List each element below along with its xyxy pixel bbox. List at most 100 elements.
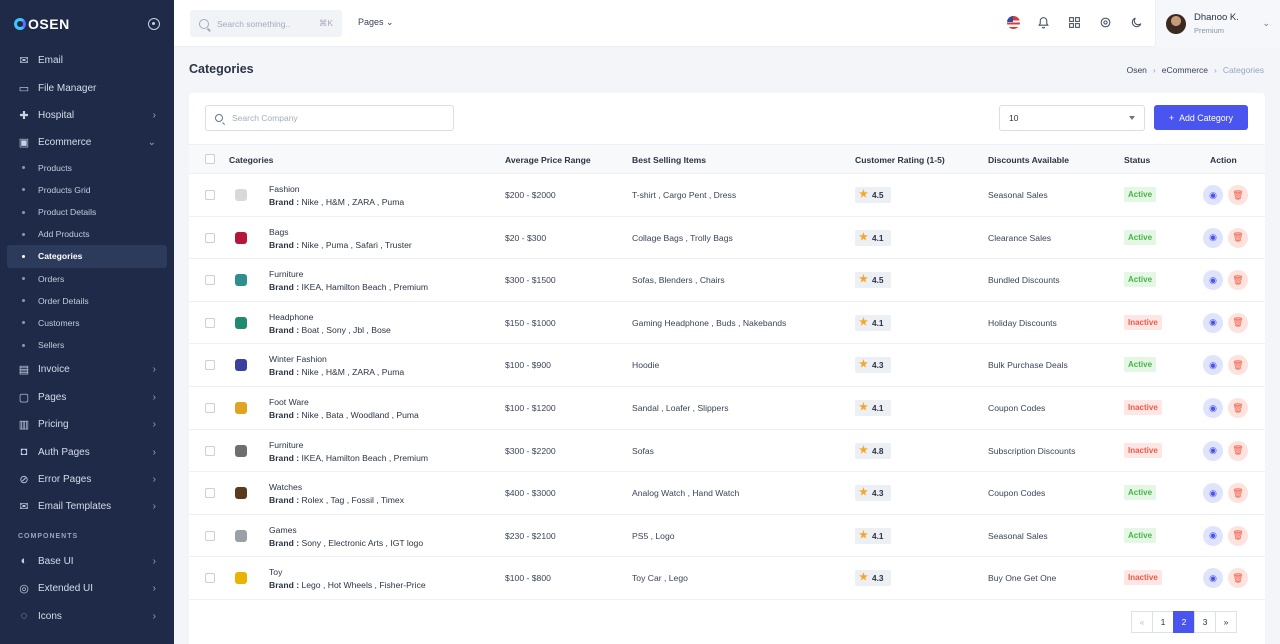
- delete-button[interactable]: 🗑: [1228, 227, 1248, 248]
- delete-button[interactable]: 🗑: [1228, 355, 1248, 376]
- view-button[interactable]: ◉: [1203, 185, 1223, 205]
- sidebar-item-email-templates[interactable]: ✉ Email Templates ›: [0, 493, 174, 520]
- pagination-page-current[interactable]: 2: [1173, 611, 1195, 633]
- category-thumbnail: [232, 229, 250, 247]
- category-thumbnail: [232, 527, 250, 545]
- sidebar-subitem-orders[interactable]: Orders: [0, 268, 174, 290]
- row-checkbox[interactable]: [205, 190, 215, 200]
- sidebar-toggle-icon[interactable]: [148, 17, 160, 30]
- global-search-input[interactable]: Search something.. ⌘K: [190, 10, 342, 37]
- sidebar-subitem-customers[interactable]: Customers: [0, 312, 174, 334]
- delete-button[interactable]: 🗑: [1228, 398, 1248, 418]
- view-button[interactable]: ◉: [1203, 483, 1223, 504]
- header-status[interactable]: Status: [1124, 155, 1150, 165]
- sidebar-subitem-products[interactable]: Products: [0, 157, 174, 179]
- pagination-page[interactable]: 3: [1194, 611, 1216, 633]
- view-button[interactable]: ◉: [1203, 525, 1223, 546]
- view-button[interactable]: ◉: [1203, 312, 1223, 333]
- delete-button[interactable]: 🗑: [1228, 568, 1248, 589]
- delete-button[interactable]: 🗑: [1228, 440, 1248, 461]
- table-row: Furniture Brand : IKEA, Hamilton Beach , …: [189, 430, 1265, 473]
- sidebar-item-pages[interactable]: ▢ Pages ›: [0, 384, 174, 411]
- sidebar-item-extended-ui[interactable]: ◎ Extended UI ›: [0, 575, 174, 602]
- sidebar-subitem-label: Categories: [38, 251, 83, 262]
- sidebar-subitem-product-details[interactable]: Product Details: [0, 201, 174, 223]
- select-all-checkbox[interactable]: [205, 154, 215, 164]
- pagination-next[interactable]: »: [1215, 611, 1237, 633]
- breadcrumb-item[interactable]: eCommerce: [1162, 65, 1208, 75]
- price-range: $100 - $800: [505, 573, 551, 584]
- star-icon: ★: [859, 572, 868, 584]
- trash-icon: 🗑: [1232, 572, 1244, 583]
- pages-dropdown[interactable]: Pages ⌄: [358, 17, 394, 28]
- category-name: Games: [269, 524, 297, 535]
- delete-button[interactable]: 🗑: [1228, 483, 1248, 504]
- brand-list: Nike , Puma , Safari , Truster: [301, 239, 412, 250]
- categories-card: Search Company 10 + Add Category Categor…: [189, 93, 1265, 644]
- sidebar-subitem-products-grid[interactable]: Products Grid: [0, 179, 174, 201]
- gear-icon[interactable]: [1098, 15, 1113, 30]
- header-rating[interactable]: Customer Rating (1-5): [855, 155, 945, 165]
- header-discounts[interactable]: Discounts Available: [988, 155, 1069, 165]
- bullet-icon: [22, 254, 25, 258]
- user-menu[interactable]: Dhanoo K. Premium ⌄: [1155, 0, 1280, 47]
- star-icon: ★: [859, 402, 868, 413]
- sidebar-item-auth-pages[interactable]: ◘ Auth Pages ›: [0, 438, 174, 465]
- row-checkbox[interactable]: [205, 573, 215, 584]
- row-checkbox[interactable]: [205, 232, 215, 243]
- view-button[interactable]: ◉: [1203, 568, 1223, 589]
- row-checkbox[interactable]: [205, 488, 215, 499]
- bullet-icon: [22, 232, 25, 236]
- brand-logo[interactable]: OSEN: [14, 16, 70, 32]
- sidebar-subitem-order-details[interactable]: Order Details: [0, 290, 174, 312]
- row-checkbox[interactable]: [205, 403, 215, 413]
- pagination-page[interactable]: 1: [1152, 611, 1174, 633]
- view-button[interactable]: ◉: [1203, 440, 1223, 461]
- sidebar-subitem-sellers[interactable]: Sellers: [0, 334, 174, 356]
- brand-list: Nike , H&M , ZARA , Puma: [301, 367, 405, 378]
- row-checkbox[interactable]: [205, 317, 215, 328]
- bell-icon[interactable]: [1036, 15, 1051, 30]
- us-flag-icon[interactable]: [1007, 16, 1020, 29]
- delete-button[interactable]: 🗑: [1228, 312, 1248, 333]
- sidebar-subitem-label: Orders: [38, 273, 65, 284]
- header-action: Action: [1210, 155, 1237, 165]
- sidebar-subitem-add-products[interactable]: Add Products: [0, 223, 174, 245]
- header-categories[interactable]: Categories: [229, 155, 273, 165]
- view-button[interactable]: ◉: [1203, 398, 1223, 418]
- sidebar-item-hospital[interactable]: ✚ Hospital ›: [0, 102, 174, 129]
- add-category-button[interactable]: + Add Category: [1154, 105, 1248, 130]
- sidebar-item-email[interactable]: ✉ Email: [0, 47, 174, 74]
- delete-button[interactable]: 🗑: [1228, 525, 1248, 546]
- brand-prefix: Brand :: [269, 324, 300, 335]
- breadcrumb-item[interactable]: Osen: [1127, 65, 1147, 75]
- row-checkbox[interactable]: [205, 275, 215, 286]
- sidebar-subitem-categories[interactable]: Categories: [7, 245, 167, 268]
- header-best-selling[interactable]: Best Selling Items: [632, 155, 706, 165]
- view-button[interactable]: ◉: [1203, 270, 1223, 291]
- apps-grid-icon[interactable]: [1067, 15, 1082, 30]
- row-checkbox[interactable]: [205, 445, 215, 456]
- delete-button[interactable]: 🗑: [1228, 270, 1248, 291]
- pagination-prev[interactable]: «: [1131, 611, 1153, 633]
- sidebar-item-pricing[interactable]: ▥ Pricing ›: [0, 411, 174, 438]
- bullet-icon: [22, 166, 25, 170]
- row-checkbox[interactable]: [205, 360, 215, 371]
- sidebar-item-error-pages[interactable]: ⊘ Error Pages ›: [0, 466, 174, 493]
- sidebar-item-base-ui[interactable]: ◐ Base UI ›: [0, 548, 174, 575]
- sidebar-item-label: Invoice: [38, 364, 70, 376]
- page-size-select[interactable]: 10: [999, 105, 1145, 131]
- header-price-range[interactable]: Average Price Range: [505, 155, 591, 165]
- sidebar-item-ecommerce[interactable]: ▣ Ecommerce ⌄: [0, 129, 174, 156]
- rating-badge: ★ 4.5: [855, 187, 891, 203]
- view-button[interactable]: ◉: [1203, 355, 1223, 376]
- sidebar-item-icons[interactable]: ◌ Icons ›: [0, 602, 174, 629]
- view-button[interactable]: ◉: [1203, 227, 1223, 248]
- row-checkbox[interactable]: [205, 530, 215, 541]
- delete-button[interactable]: 🗑: [1228, 185, 1248, 205]
- company-search-input[interactable]: Search Company: [205, 105, 454, 131]
- moon-icon[interactable]: [1129, 15, 1144, 30]
- sidebar-item-invoice[interactable]: ▤ Invoice ›: [0, 356, 174, 383]
- status-badge: Inactive: [1124, 400, 1162, 415]
- sidebar-item-file-manager[interactable]: ▭ File Manager: [0, 74, 174, 101]
